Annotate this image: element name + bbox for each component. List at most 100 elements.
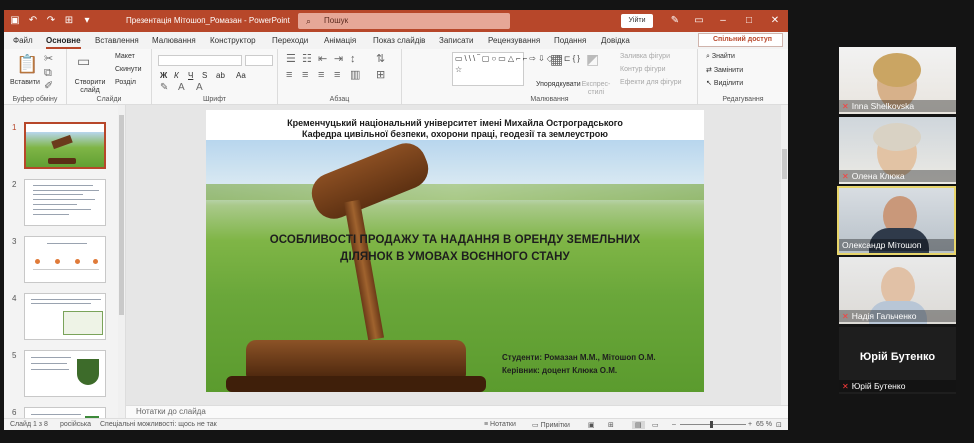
pen-icon[interactable]: ✎	[668, 14, 682, 28]
text-color-icon[interactable]: A	[196, 82, 203, 94]
shape-fill-button[interactable]: Заливка фігури	[620, 53, 670, 60]
tab-design[interactable]: Конструктор	[210, 36, 256, 45]
tab-record[interactable]: Записати	[439, 36, 474, 45]
participant-tile-active[interactable]: Олександр Мітошоп	[837, 186, 956, 255]
slide-thumbnail-1[interactable]	[24, 122, 106, 169]
undo-icon[interactable]: ↶	[26, 14, 40, 28]
paragraph-group: ☰ ☷ ⇤ ⇥ ↕ ≡ ≡ ≡ ≡ ▥ ⇅ ⊞ Абзац	[278, 49, 402, 105]
save-icon[interactable]: ▣	[8, 14, 22, 28]
slide-thumbnail-4[interactable]	[24, 293, 106, 340]
paste-icon[interactable]: 📋	[16, 55, 38, 73]
tab-file[interactable]: Файл	[13, 36, 33, 45]
new-slide-icon[interactable]: ▭	[77, 54, 90, 68]
cut-icon[interactable]: ✂	[44, 53, 53, 65]
find-button[interactable]: ⌕ Знайти	[706, 53, 735, 61]
indent-icon[interactable]: ⇤	[318, 53, 327, 65]
new-slide-button[interactable]: Створити слайд	[73, 79, 107, 95]
close-icon[interactable]: ✕	[768, 14, 782, 28]
slide-thumbnail-5[interactable]	[24, 350, 106, 397]
bullets-icon[interactable]: ☰	[286, 53, 296, 65]
notes-pane[interactable]: Нотатки до слайда	[126, 405, 788, 418]
arrange-button[interactable]: Упорядкувати	[536, 81, 581, 88]
slide-thumbnail-3[interactable]	[24, 236, 106, 283]
fit-slide-icon[interactable]: ⊡	[776, 421, 782, 429]
strike-icon[interactable]: S	[202, 71, 207, 80]
font-size-box[interactable]	[245, 55, 273, 66]
ribbon-display-icon[interactable]: ▭	[692, 14, 706, 28]
editor-scrollbar[interactable]	[781, 105, 788, 405]
align-left-icon[interactable]: ≡	[286, 69, 292, 81]
tab-review[interactable]: Рецензування	[488, 36, 540, 45]
align-right-icon[interactable]: ≡	[318, 69, 324, 81]
zoom-in-icon[interactable]: +	[748, 421, 752, 428]
quick-styles-icon[interactable]: ◩	[586, 52, 599, 66]
slideshow-view-icon[interactable]: ▭	[652, 421, 659, 429]
font-color-icon[interactable]: ✎	[160, 82, 168, 94]
tab-view[interactable]: Подання	[554, 36, 586, 45]
text-direction-icon[interactable]: ⇅	[376, 53, 385, 65]
line-spacing-icon[interactable]: ↕	[350, 53, 356, 65]
scroll-thumb[interactable]	[782, 149, 787, 179]
zoom-level[interactable]: 65 %	[756, 421, 772, 428]
tab-insert[interactable]: Вставлення	[95, 36, 139, 45]
zoom-slider[interactable]	[680, 424, 746, 425]
underline-icon[interactable]: Ч	[188, 71, 193, 80]
align-text-icon[interactable]: ⊞	[376, 69, 385, 81]
numbering-icon[interactable]: ☷	[302, 53, 312, 65]
thumbnails-scrollbar[interactable]	[118, 105, 125, 430]
shape-outline-button[interactable]: Контур фігури	[620, 66, 665, 73]
participant-tile[interactable]: Юрій Бутенко ✕ Юрій Бутенко	[839, 327, 956, 394]
maximize-icon[interactable]: □	[742, 14, 756, 28]
scroll-thumb[interactable]	[119, 115, 124, 315]
shape-effects-button[interactable]: Ефекти для фігури	[620, 79, 682, 86]
present-icon[interactable]: ⊞	[62, 14, 76, 28]
slide-thumbnail-2[interactable]	[24, 179, 106, 226]
section-button[interactable]: Розділ	[115, 79, 136, 86]
redo-icon[interactable]: ↷	[44, 14, 58, 28]
spacing-icon[interactable]: ab	[216, 71, 225, 80]
tab-draw[interactable]: Малювання	[152, 36, 196, 45]
language-indicator[interactable]: російська	[60, 421, 91, 428]
tab-help[interactable]: Довідка	[601, 36, 630, 45]
share-button[interactable]: Спільний доступ	[698, 33, 783, 47]
participant-tile[interactable]: ✕ Олена Клюка	[839, 117, 956, 184]
outdent-icon[interactable]: ⇥	[334, 53, 343, 65]
participant-tile[interactable]: ✕ Надія Гальченко	[839, 257, 956, 324]
sorter-view-icon[interactable]: ⊞	[608, 421, 614, 429]
italic-icon[interactable]: К	[174, 71, 179, 80]
tab-home[interactable]: Основне	[46, 36, 81, 49]
replace-button[interactable]: ⇄ Замінити	[706, 66, 743, 74]
accessibility-status[interactable]: Спеціальні можливості: щось не так	[100, 421, 217, 428]
reset-button[interactable]: Скинути	[115, 66, 142, 73]
current-slide[interactable]: Кременчуцький національний університет і…	[206, 110, 704, 392]
highlight-icon[interactable]: A	[178, 82, 185, 94]
minimize-icon[interactable]: –	[716, 14, 730, 28]
align-center-icon[interactable]: ≡	[302, 69, 308, 81]
signin-button[interactable]: Уійти	[621, 14, 653, 28]
tab-slideshow[interactable]: Показ слайдів	[373, 36, 425, 45]
notes-toggle[interactable]: ≡ Нотатки	[484, 421, 516, 428]
justify-icon[interactable]: ≡	[334, 69, 340, 81]
normal-view-icon[interactable]: ▣	[588, 421, 595, 429]
layout-button[interactable]: Макет	[115, 53, 135, 60]
paste-button[interactable]: Вставити	[10, 79, 40, 86]
customize-icon[interactable]: ▾	[80, 14, 94, 28]
font-family-box[interactable]	[158, 55, 242, 66]
format-painter-icon[interactable]: ✐	[44, 80, 53, 92]
copy-icon[interactable]: ⧉	[44, 67, 52, 79]
search-box[interactable]: ⌕ Пошук	[298, 13, 510, 29]
zoom-knob[interactable]	[710, 421, 713, 428]
quick-styles-button[interactable]: Експрес-стилі	[580, 81, 612, 97]
participant-tile[interactable]: ✕ Inna Shelkovska	[839, 47, 956, 114]
columns-icon[interactable]: ▥	[350, 69, 360, 81]
tab-transitions[interactable]: Переходи	[272, 36, 308, 45]
comments-toggle[interactable]: ▭ Примітки	[532, 421, 570, 429]
tab-animations[interactable]: Анімація	[324, 36, 356, 45]
arrange-icon[interactable]: ▦	[550, 52, 563, 66]
reading-view-icon[interactable]: ▤	[632, 421, 645, 429]
shapes-gallery[interactable]: ▭\\\‾▢○▭△⌐⌐⇨⇩◇◠⊏{}☆	[452, 52, 580, 86]
select-button[interactable]: ↖ Виділити	[706, 79, 743, 87]
change-case-icon[interactable]: Aa	[236, 71, 246, 80]
zoom-out-icon[interactable]: –	[672, 421, 676, 428]
bold-icon[interactable]: Ж	[160, 71, 167, 80]
